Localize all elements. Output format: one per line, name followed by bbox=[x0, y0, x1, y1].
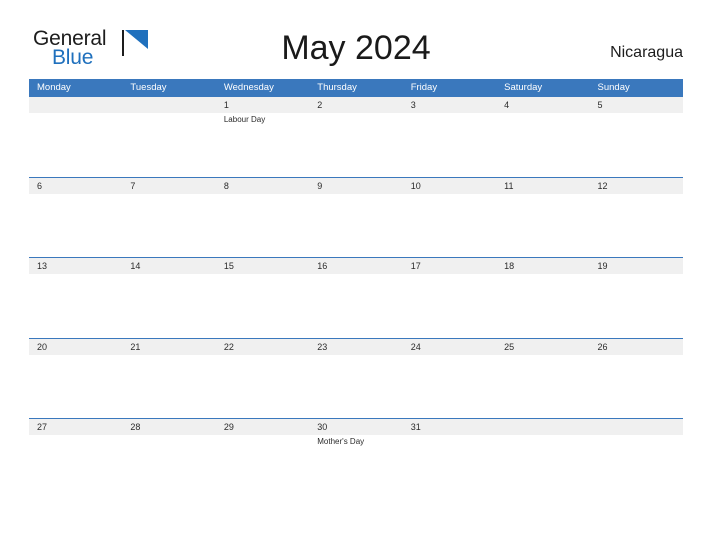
weekday-header-sunday: Sunday bbox=[597, 82, 630, 93]
week-row: 6 7 8 9 10 11 12 bbox=[29, 176, 683, 258]
weekday-header-monday: Monday bbox=[37, 82, 71, 93]
day-cell[interactable]: 22 bbox=[216, 339, 309, 418]
day-cell[interactable]: 24 bbox=[403, 339, 496, 418]
day-number: 22 bbox=[223, 341, 234, 352]
day-number: 14 bbox=[130, 261, 141, 271]
day-cell[interactable]: 29 bbox=[216, 419, 309, 498]
day-cell[interactable]: 3 bbox=[403, 97, 496, 176]
day-number: 20 bbox=[37, 341, 48, 352]
day-number: 26 bbox=[597, 341, 608, 352]
day-cell[interactable]: 8 bbox=[216, 178, 309, 257]
week-row: 13 14 15 16 17 18 19 bbox=[29, 257, 683, 338]
week-row: 20 21 22 23 24 25 26 bbox=[29, 337, 683, 419]
day-cell[interactable]: 4 bbox=[496, 97, 589, 176]
week-row: 1 Labour Day 2 3 4 5 bbox=[29, 96, 683, 177]
day-number: 4 bbox=[504, 100, 510, 110]
day-number: 5 bbox=[597, 100, 603, 110]
day-number: 30 bbox=[317, 422, 328, 432]
day-event: Mother's Day bbox=[317, 437, 365, 446]
page-header: General Blue May 2024 Nicaragua bbox=[0, 0, 712, 76]
day-event: Labour Day bbox=[223, 115, 266, 124]
day-cell[interactable] bbox=[496, 419, 589, 498]
day-number: 15 bbox=[223, 261, 234, 271]
day-number: 11 bbox=[504, 180, 514, 191]
month-calendar: Monday Tuesday Wednesday Thursday Friday… bbox=[29, 79, 683, 499]
day-number: 2 bbox=[317, 100, 323, 110]
country-label: Nicaragua bbox=[610, 44, 683, 61]
day-cell[interactable]: 30 Mother's Day bbox=[309, 419, 402, 498]
day-number: 21 bbox=[130, 341, 141, 352]
day-number bbox=[130, 97, 215, 113]
day-cell[interactable]: 21 bbox=[122, 339, 215, 418]
weekday-header-thursday: Thursday bbox=[317, 82, 357, 93]
day-number: 27 bbox=[37, 422, 48, 432]
day-cell[interactable]: 5 bbox=[590, 97, 683, 176]
day-number: 29 bbox=[223, 422, 234, 432]
day-number bbox=[504, 419, 589, 435]
day-cell[interactable]: 25 bbox=[496, 339, 589, 418]
day-number: 8 bbox=[223, 180, 229, 191]
day-cell[interactable]: 9 bbox=[309, 178, 402, 257]
day-cell[interactable]: 27 bbox=[29, 419, 122, 498]
day-cell[interactable]: 6 bbox=[29, 178, 122, 257]
weekday-header-tuesday: Tuesday bbox=[130, 82, 167, 93]
day-cell[interactable]: 14 bbox=[122, 258, 215, 337]
day-cell[interactable]: 23 bbox=[309, 339, 402, 418]
day-cell[interactable] bbox=[590, 419, 683, 498]
day-number: 17 bbox=[410, 261, 421, 271]
day-cell[interactable]: 2 bbox=[309, 97, 402, 176]
day-cell[interactable]: 31 bbox=[403, 419, 496, 498]
day-number: 1 bbox=[223, 100, 229, 110]
day-number: 10 bbox=[410, 180, 421, 191]
week-row: 27 28 29 30 Mother's Day 31 bbox=[29, 418, 683, 499]
day-number: 19 bbox=[597, 261, 608, 271]
day-cell[interactable]: 15 bbox=[216, 258, 309, 337]
weekday-header-row: Monday Tuesday Wednesday Thursday Friday… bbox=[29, 79, 683, 96]
day-cell[interactable] bbox=[122, 97, 215, 176]
day-number: 28 bbox=[130, 422, 141, 432]
day-number: 23 bbox=[317, 341, 328, 352]
day-number: 12 bbox=[597, 180, 608, 191]
day-number: 25 bbox=[504, 341, 515, 352]
day-cell[interactable] bbox=[29, 97, 122, 176]
day-cell[interactable]: 12 bbox=[590, 178, 683, 257]
day-cell[interactable]: 26 bbox=[590, 339, 683, 418]
day-cell[interactable]: 20 bbox=[29, 339, 122, 418]
day-cell[interactable]: 1 Labour Day bbox=[216, 97, 309, 176]
day-cell[interactable]: 28 bbox=[122, 419, 215, 498]
day-number: 13 bbox=[37, 261, 48, 271]
day-number: 9 bbox=[317, 180, 323, 191]
day-number: 18 bbox=[504, 261, 515, 271]
day-cell[interactable]: 16 bbox=[309, 258, 402, 337]
page-title: May 2024 bbox=[281, 29, 431, 67]
day-number bbox=[37, 97, 122, 113]
day-number bbox=[598, 419, 683, 435]
day-cell[interactable]: 13 bbox=[29, 258, 122, 337]
day-number: 16 bbox=[317, 261, 328, 271]
weekday-header-wednesday: Wednesday bbox=[223, 82, 274, 93]
calendar-page: General Blue May 2024 Nicaragua Monday T… bbox=[0, 0, 712, 550]
weekday-header-saturday: Saturday bbox=[504, 82, 543, 93]
day-number: 24 bbox=[410, 341, 421, 352]
day-number: 6 bbox=[37, 180, 43, 191]
weekday-header-friday: Friday bbox=[410, 82, 438, 93]
day-cell[interactable]: 10 bbox=[403, 178, 496, 257]
day-cell[interactable]: 17 bbox=[403, 258, 496, 337]
day-cell[interactable]: 19 bbox=[590, 258, 683, 337]
day-number: 3 bbox=[410, 100, 416, 110]
day-cell[interactable]: 18 bbox=[496, 258, 589, 337]
day-cell[interactable]: 7 bbox=[122, 178, 215, 257]
day-cell[interactable]: 11 bbox=[496, 178, 589, 257]
day-number: 31 bbox=[410, 422, 421, 432]
day-number: 7 bbox=[130, 180, 136, 191]
